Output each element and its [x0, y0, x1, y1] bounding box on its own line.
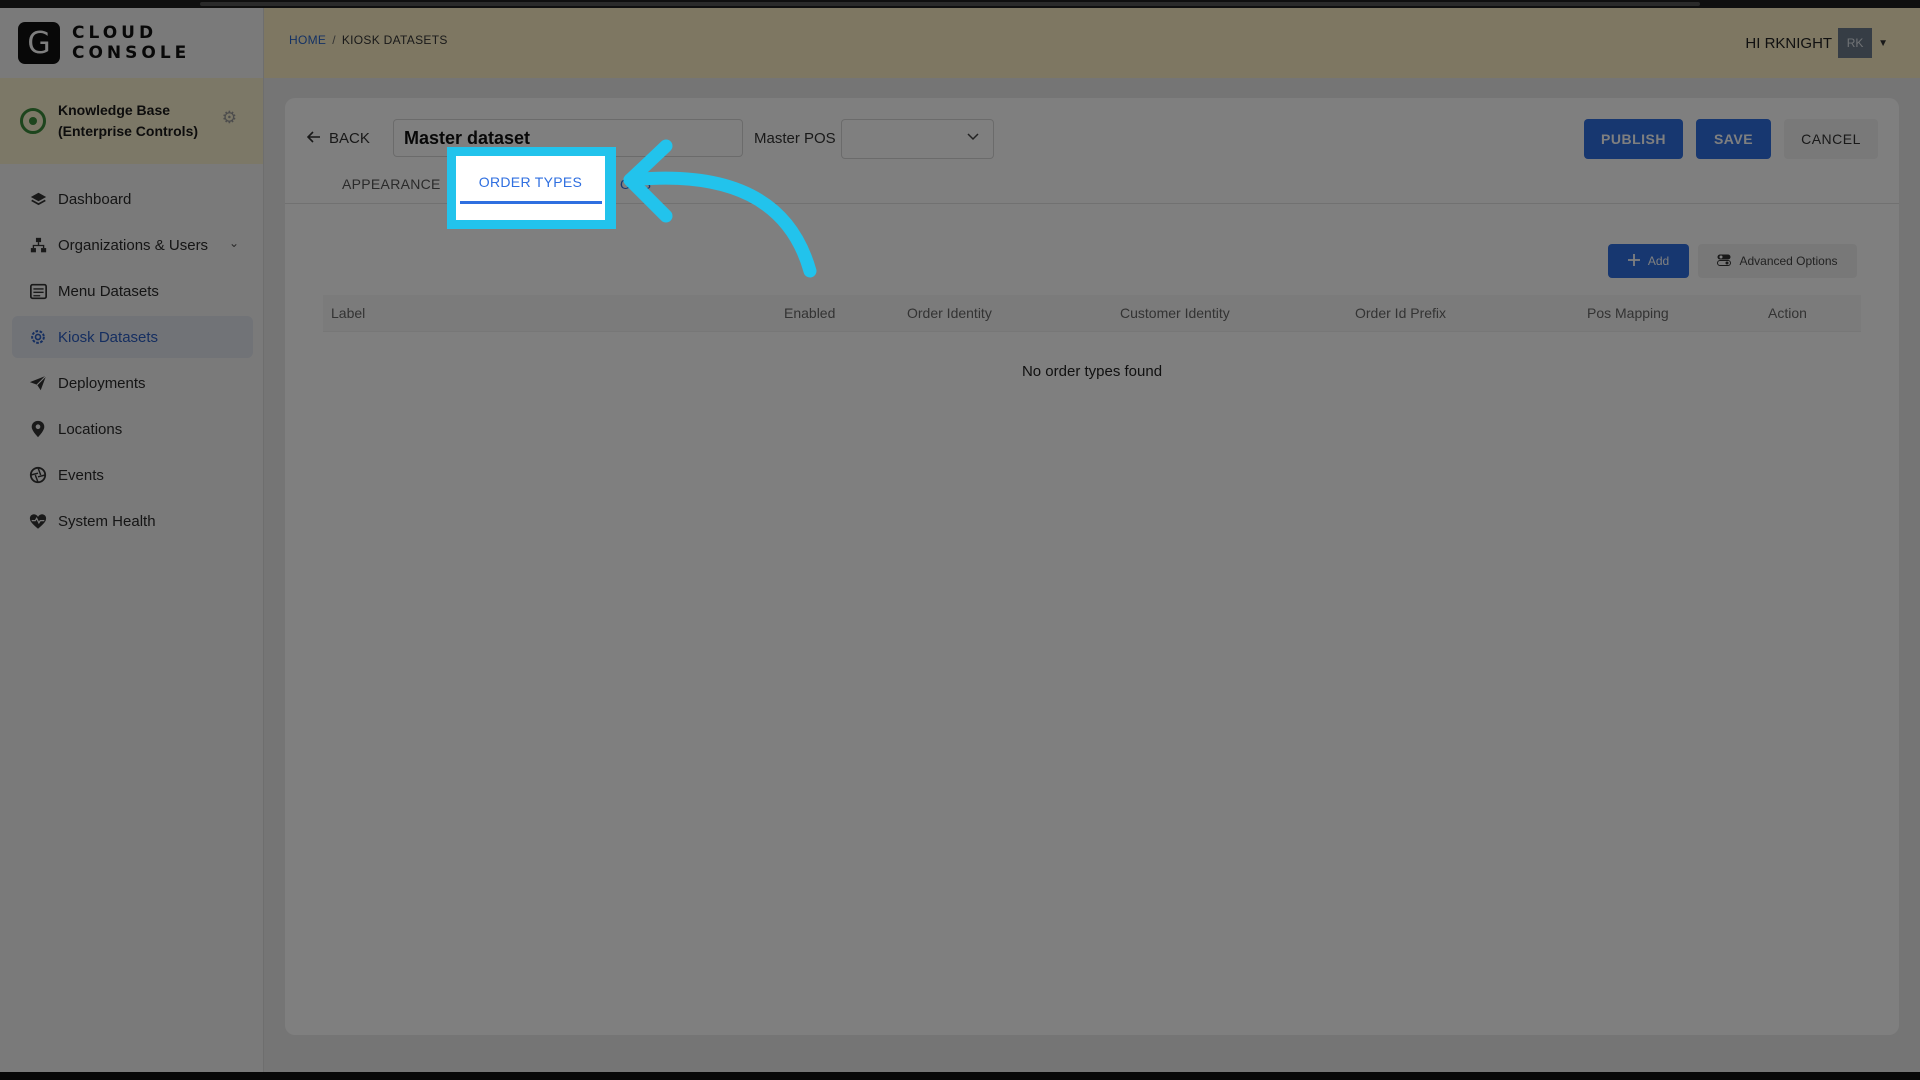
column-header-pos-mapping[interactable]: Pos Mapping [1587, 305, 1669, 321]
column-header-order-id-prefix[interactable]: Order Id Prefix [1355, 305, 1446, 321]
sidebar-item-label: Dashboard [58, 190, 132, 208]
plus-icon [1627, 253, 1640, 269]
active-tab-underline [460, 201, 602, 204]
table-header: Label Enabled Order Identity Customer Id… [323, 295, 1861, 332]
sidebar-item-organizations-users[interactable]: Organizations & Users ⌄ [12, 224, 253, 266]
location-target-icon [20, 108, 46, 134]
sidebar-item-menu-datasets[interactable]: Menu Datasets [12, 270, 253, 312]
sidebar: G CLOUD CONSOLE Knowledge Base (Enterpri… [0, 8, 264, 1072]
sidebar-item-label: Locations [58, 420, 123, 438]
breadcrumb-home-link[interactable]: HOME [289, 33, 326, 47]
publish-button[interactable]: PUBLISH [1584, 119, 1683, 159]
save-button[interactable]: SAVE [1696, 119, 1771, 159]
user-greeting: HI RKNIGHT [1745, 34, 1833, 52]
column-header-label[interactable]: Label [331, 305, 365, 321]
avatar[interactable]: RK [1838, 28, 1873, 58]
master-pos-select[interactable] [841, 119, 994, 159]
logo-line-2: CONSOLE [72, 43, 191, 63]
master-pos-label: Master POS [754, 130, 836, 147]
arrow-left-icon [306, 130, 321, 147]
bottom-strip [0, 1072, 1920, 1080]
paper-plane-icon [28, 373, 48, 393]
app-logo[interactable]: G CLOUD CONSOLE [18, 22, 190, 64]
gear-icon [28, 327, 48, 347]
sidebar-item-system-health[interactable]: System Health [12, 500, 253, 542]
app-screen: G CLOUD CONSOLE Knowledge Base (Enterpri… [0, 0, 1920, 1080]
logo-text: CLOUD CONSOLE [72, 23, 190, 63]
breadcrumb-separator: / [332, 33, 336, 47]
logo-mark-icon: G [18, 22, 60, 64]
breadcrumb-current: KIOSK DATASETS [341, 33, 448, 47]
sidebar-item-label: Events [58, 466, 104, 484]
aperture-icon [28, 465, 48, 485]
sidebar-item-label: Menu Datasets [58, 282, 159, 300]
map-pin-icon [28, 419, 48, 439]
column-header-order-identity[interactable]: Order Identity [907, 305, 992, 321]
back-button[interactable]: BACK [306, 130, 370, 147]
sidebar-item-label: System Health [58, 512, 156, 530]
logo-line-1: CLOUD [72, 23, 158, 43]
menu-icon [28, 281, 48, 301]
back-label: BACK [329, 130, 370, 147]
sidebar-item-dashboard[interactable]: Dashboard [12, 178, 253, 220]
dataset-editor-card: BACK Master POS PUBLISH SAVE CANCEL APPE… [285, 98, 1899, 1035]
highlighted-order-types-tab[interactable]: ORDER TYPES [456, 174, 605, 190]
sidebar-item-label: Deployments [58, 374, 146, 392]
top-strip-bar [200, 2, 1700, 6]
tab-appearance[interactable]: APPEARANCE [342, 176, 441, 192]
sidebar-item-label: Organizations & Users [58, 236, 209, 254]
tab-third-partial[interactable]: ONS [620, 176, 651, 192]
sidebar-item-label: Kiosk Datasets [58, 328, 159, 346]
sidebar-nav: Dashboard Organizations & Users ⌄ Menu D… [12, 178, 253, 546]
org-switcher[interactable]: Knowledge Base (Enterprise Controls) ⚙ [0, 78, 263, 164]
add-label: Add [1647, 254, 1670, 268]
column-header-customer-identity[interactable]: Customer Identity [1120, 305, 1230, 321]
empty-state-message: No order types found [1021, 363, 1163, 380]
top-strip [0, 0, 1920, 8]
sidebar-item-locations[interactable]: Locations [12, 408, 253, 450]
sidebar-item-events[interactable]: Events [12, 454, 253, 496]
org-name: Knowledge Base (Enterprise Controls) [58, 102, 199, 139]
breadcrumb: HOME / KIOSK DATASETS [289, 33, 448, 47]
layers-icon [28, 189, 48, 209]
heart-pulse-icon [28, 511, 48, 531]
toggle-icon [1717, 254, 1732, 269]
caret-down-icon[interactable]: ▼ [1878, 38, 1888, 49]
chevron-down-icon[interactable]: ⌄ [229, 236, 239, 250]
chevron-down-icon [967, 130, 979, 144]
user-menu[interactable]: HI RKNIGHT RK ▼ [1745, 28, 1888, 58]
add-button[interactable]: Add [1608, 244, 1689, 278]
advanced-options-label: Advanced Options [1739, 254, 1838, 268]
column-header-action[interactable]: Action [1768, 305, 1807, 321]
top-header: HOME / KIOSK DATASETS HI RKNIGHT RK ▼ [264, 8, 1920, 78]
org-tree-icon [28, 235, 48, 255]
cancel-button[interactable]: CANCEL [1784, 119, 1878, 159]
advanced-options-button[interactable]: Advanced Options [1698, 244, 1857, 278]
sidebar-item-kiosk-datasets[interactable]: Kiosk Datasets [12, 316, 253, 358]
column-header-enabled[interactable]: Enabled [784, 305, 835, 321]
sidebar-item-deployments[interactable]: Deployments [12, 362, 253, 404]
org-settings-gear-icon[interactable]: ⚙ [222, 108, 237, 128]
